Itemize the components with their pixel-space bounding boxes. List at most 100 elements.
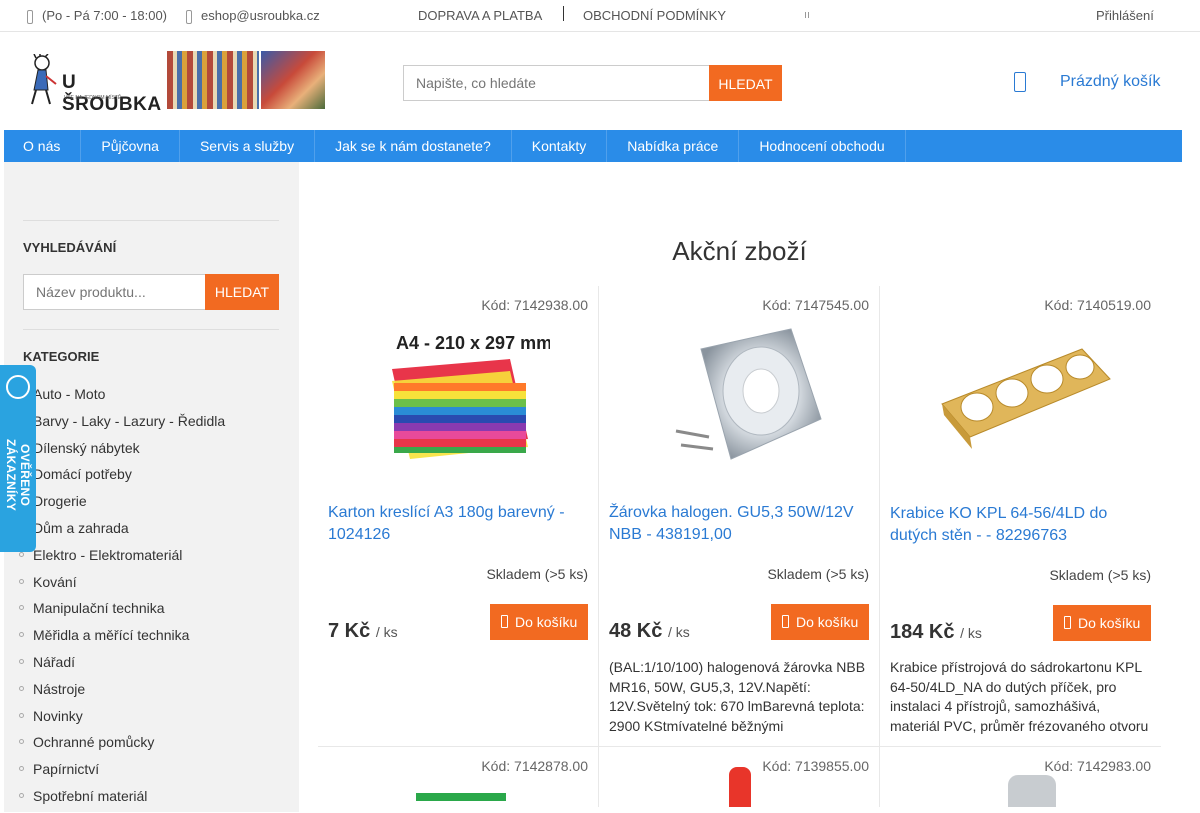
product-name-link[interactable]: Karton kreslící A3 180g barevný - 102412… <box>328 502 590 546</box>
product-image-thumb[interactable] <box>1008 775 1056 807</box>
shipping-link-label[interactable]: DOPRAVA A PLATBA <box>418 8 542 23</box>
category-item[interactable]: Manipulační technika <box>18 598 225 625</box>
product-name-link[interactable]: Krabice KO KPL 64-56/4LD do dutých stěn … <box>890 503 1152 547</box>
top-bar: (Po - Pá 7:00 - 18:00) eshop@usroubka.cz… <box>0 0 1200 32</box>
category-item[interactable]: Novinky <box>18 706 225 733</box>
product-name-link[interactable]: Žárovka halogen. GU5,3 50W/12V NBB - 438… <box>609 502 871 546</box>
category-item[interactable]: Elektro - Elektromateriál <box>18 545 225 572</box>
product-price: 7 Kč / ks <box>328 620 398 643</box>
email-contact[interactable]: eshop@usroubka.cz <box>183 8 320 24</box>
category-item[interactable]: Kování <box>18 572 225 599</box>
store-photo <box>167 51 259 109</box>
terms-link[interactable]: OBCHODNÍ PODMÍNKY <box>583 8 726 23</box>
category-item[interactable]: Nástroje <box>18 679 225 706</box>
nav-item-rental[interactable]: Půjčovna <box>81 130 180 162</box>
product-card: Kód: 7139855.00 <box>599 747 880 807</box>
product-card: Kód: 7142938.00 A4 - 210 x 297 mm Karton… <box>318 286 599 747</box>
nav-item-services[interactable]: Servis a služby <box>180 130 316 162</box>
product-image-box[interactable] <box>932 319 1112 469</box>
search-heading: VYHLEDÁVÁNÍ <box>23 240 117 255</box>
add-to-cart-button[interactable]: Do košíku <box>490 604 588 640</box>
product-image-paper[interactable]: A4 - 210 x 297 mm <box>370 319 550 469</box>
opening-hours-text: (Po - Pá 7:00 - 18:00) <box>42 8 168 23</box>
login-label[interactable]: Přihlášení <box>1096 8 1154 23</box>
product-code: Kód: 7142938.00 <box>481 297 588 313</box>
price-unit: / ks <box>667 624 690 640</box>
price-unit: / ks <box>375 624 398 640</box>
categories-heading: KATEGORIE <box>23 349 100 364</box>
product-description: Krabice přístrojová do sádrokartonu KPL … <box>890 659 1149 734</box>
product-code: Kód: 7147545.00 <box>762 297 869 313</box>
product-code: Kód: 7140519.00 <box>1044 297 1151 313</box>
small-icon <box>805 12 809 18</box>
terms-link-label[interactable]: OBCHODNÍ PODMÍNKY <box>583 8 726 23</box>
nav-item-contacts[interactable]: Kontakty <box>512 130 608 162</box>
stock-status: Skladem (>5 ks) <box>767 566 869 582</box>
category-item[interactable]: Papírnictví <box>18 759 225 786</box>
product-description: (BAL:1/10/100) halogenová žárovka NBB MR… <box>609 659 866 734</box>
mascot-icon <box>31 54 57 105</box>
product-card: Kód: 7142878.00 <box>318 747 599 807</box>
price-unit: / ks <box>960 625 982 641</box>
mobile-icon <box>183 9 193 24</box>
product-card: Kód: 7147545.00 Žárovka halogen. GU5,3 5… <box>599 286 880 747</box>
category-item[interactable]: Dům a zahrada <box>18 518 225 545</box>
heureka-icon <box>6 375 30 399</box>
nav-item-reviews[interactable]: Hodnocení obchodu <box>739 130 906 162</box>
category-item[interactable]: Spotřební materiál <box>18 786 225 813</box>
phone-icon <box>24 9 34 24</box>
product-card: Kód: 7140519.00 Krabice KO KPL 64-56/4LD… <box>880 286 1161 747</box>
opening-hours: (Po - Pá 7:00 - 18:00) <box>24 8 168 24</box>
stock-status: Skladem (>5 ks) <box>1049 567 1151 583</box>
cart[interactable]: Prázdný košík <box>1014 72 1160 92</box>
stock-status: Skladem (>5 ks) <box>486 566 588 582</box>
site-logo[interactable]: U ŠROUBKA VŠE NA JEDNOM MÍSTĚ <box>24 50 326 115</box>
search-input[interactable] <box>403 65 709 101</box>
add-to-cart-button[interactable]: Do košíku <box>771 604 869 640</box>
sidebar-search: HLEDAT <box>23 274 279 310</box>
product-image-thumb[interactable] <box>729 767 751 807</box>
logo-mark: U ŠROUBKA VŠE NA JEDNOM MÍSTĚ <box>24 50 167 115</box>
product-image-bulb[interactable] <box>651 319 831 469</box>
price-value: 184 Kč <box>890 621 955 643</box>
header-search: HLEDAT <box>403 65 782 101</box>
shipping-link[interactable]: DOPRAVA A PLATBA <box>418 8 542 23</box>
price-value: 48 Kč <box>609 620 663 642</box>
category-item[interactable]: Auto - Moto <box>18 384 225 411</box>
product-price: 48 Kč / ks <box>609 620 690 643</box>
category-item[interactable]: Domácí potřeby <box>18 464 225 491</box>
price-value: 7 Kč <box>328 620 371 642</box>
nav-item-directions[interactable]: Jak se k nám dostanete? <box>315 130 512 162</box>
cart-label[interactable]: Prázdný košík <box>1060 73 1160 91</box>
add-to-cart-button[interactable]: Do košíku <box>1053 605 1151 641</box>
verified-badge[interactable]: OVĚŘENO ZÁKAZNÍKY <box>0 365 36 552</box>
category-item[interactable]: Drogerie <box>18 491 225 518</box>
product-card: Kód: 7142983.00 <box>880 747 1161 807</box>
category-list: Auto - Moto Barvy - Laky - Lazury - Ředi… <box>18 384 225 813</box>
main-nav: O nás Půjčovna Servis a služby Jak se k … <box>4 130 1182 162</box>
divider <box>23 329 279 330</box>
category-item[interactable]: Barvy - Laky - Lazury - Ředidla <box>18 411 225 438</box>
staff-photo <box>261 51 325 109</box>
product-code: Kód: 7142983.00 <box>1044 758 1151 774</box>
product-code: Kód: 7142878.00 <box>481 758 588 774</box>
topbar-divider <box>563 6 564 21</box>
category-item[interactable]: Ochranné pomůcky <box>18 732 225 759</box>
cart-icon[interactable] <box>1014 72 1026 92</box>
category-item[interactable]: Nářadí <box>18 652 225 679</box>
login-link[interactable]: Přihlášení <box>1096 8 1154 23</box>
nav-item-about[interactable]: O nás <box>4 130 82 162</box>
image-label: A4 - 210 x 297 mm <box>396 333 550 353</box>
category-item[interactable]: Dílenský nábytek <box>18 438 225 465</box>
category-item[interactable]: Měřidla a měřící technika <box>18 625 225 652</box>
divider <box>23 220 279 221</box>
search-button[interactable]: HLEDAT <box>709 65 782 101</box>
product-search-input[interactable] <box>23 274 205 310</box>
product-code: Kód: 7139855.00 <box>762 758 869 774</box>
product-search-button[interactable]: HLEDAT <box>205 274 279 310</box>
logo-text: U ŠROUBKA <box>62 72 162 115</box>
verified-badge-text: OVĚŘENO ZÁKAZNÍKY <box>4 438 32 512</box>
product-price: 184 Kč / ks <box>890 621 982 644</box>
nav-item-jobs[interactable]: Nabídka práce <box>607 130 740 162</box>
email-text[interactable]: eshop@usroubka.cz <box>201 8 320 23</box>
